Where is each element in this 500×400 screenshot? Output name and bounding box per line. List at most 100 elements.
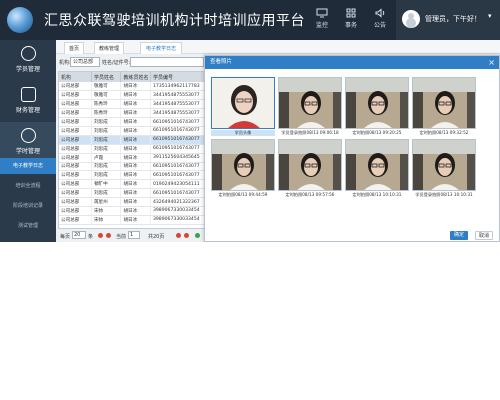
photo-caption: 定时拍照08/13 09:57:56 [285,192,335,197]
table-cell: 公司总部 [59,162,92,172]
confirm-button[interactable]: 确定 [450,231,468,240]
photo-thumbnail[interactable] [211,77,275,129]
page-input[interactable]: 1 [128,231,140,239]
table-row[interactable]: 公司总部 敬雅可 胡日冰 3441954875553077 [59,90,207,101]
table-cell: 3441954875553077 [150,108,207,119]
table-cell: 6610951016743077 [150,135,207,145]
table-row[interactable]: 公司总部 苒星州 胡日冰 4326494021322367 [59,197,207,207]
table-row[interactable]: 公司总部 宋帅 胡日冰 3989067330033454 [59,206,207,216]
table-cell: 公司总部 [59,153,92,163]
column-header[interactable]: 学员编号 [150,72,207,82]
sidebar-module-finance[interactable]: 财务管理 [0,81,56,121]
photo-thumbnail[interactable] [278,77,342,129]
photo-card[interactable]: 定时拍照08/13 09:20:25 [345,77,409,139]
prev-page-icon[interactable] [106,233,111,238]
photo-thumbnail[interactable] [412,77,476,129]
table-cell: 刘思成 [91,162,122,172]
photo-thumbnail[interactable] [278,139,342,191]
table-cell: 1735134962117783 [150,82,207,92]
table-cell: 敬雅可 [91,90,122,101]
first-page-icon[interactable] [98,233,103,238]
photo-card[interactable]: 学员登录拍照08/13 10:10:31 [412,139,476,201]
table-row[interactable]: 公司总部 陈秀玲 胡日冰 3441954875553077 [59,99,207,110]
table-cell: 苒星州 [91,197,122,207]
table-cell: 刘思成 [91,126,122,136]
table-cell: 公司总部 [59,179,92,190]
table-row[interactable]: 公司总部 刘思成 胡日冰 6610951016743077 [59,162,207,172]
table-row[interactable]: 公司总部 敬雅可 胡日冰 1735134962117783 [59,82,207,92]
table-cell: 公司总部 [59,99,92,110]
table-cell: 陈秀玲 [91,108,122,119]
per-page-label: 每页 [60,234,71,240]
table-cell: 公司总部 [59,197,92,207]
table-row[interactable]: 公司总部 刘思成 胡日冰 6610951016743077 [59,135,207,145]
table-cell: 胡日冰 [120,197,151,207]
table-row[interactable]: 公司总部 刘思成 胡日冰 6610951016743077 [59,188,207,199]
photo-dialog: 查看照片 × 学员头像 学员登录拍照08/13 09:06:18 定时拍照08/13… [204,55,500,242]
sidebar: 学员管理 财务管理 学时管理 电子教学日志 培训全流程 阶段培训记录 测试管理 [0,40,56,242]
table-cell: 刘思成 [91,117,122,127]
sidebar-item-tests[interactable]: 测试管理 [0,218,56,234]
table-cell: 公司总部 [59,90,92,101]
table-row[interactable]: 公司总部 刘思成 胡日冰 6610951016743077 [59,144,207,154]
page-label: 当前 [116,234,127,240]
table-row[interactable]: 公司总部 刘思成 胡日冰 6610951016743077 [59,117,207,127]
sidebar-item-training-flow[interactable]: 培训全流程 [0,178,56,194]
next-page-icon[interactable] [176,233,181,238]
photo-caption: 定时拍照08/13 09:44:59 [218,192,268,197]
tab-teaching-log[interactable]: 电子教学日志 [140,42,182,54]
sidebar-module-hours[interactable]: 学时管理 [0,122,56,162]
table-cell: 胡日冰 [120,108,151,119]
photo-thumbnail[interactable] [345,77,409,129]
last-page-icon[interactable] [184,233,189,238]
table-cell: 公司总部 [59,188,92,199]
grid-header-row: 机构 学员姓名 教练员姓名 学员编号 [59,72,207,82]
table-cell: 胡日冰 [120,144,151,154]
close-icon[interactable]: × [488,56,495,69]
per-page-unit: 条 [88,234,94,240]
table-row[interactable]: 公司总部 陈秀玲 胡日冰 3441954875553077 [59,108,207,119]
user-menu[interactable]: 管理员，下午好！ ▾ [396,0,500,40]
photo-card[interactable]: 学员头像 [211,77,275,139]
column-header[interactable]: 教练员姓名 [120,72,151,82]
table-cell: 胡日冰 [120,99,151,110]
column-header[interactable]: 学员姓名 [91,72,122,82]
nav-notice[interactable]: 公告 [363,5,397,35]
table-cell: 公司总部 [59,82,92,92]
org-label: 机构: [59,60,71,66]
per-page-select[interactable]: 20 [72,231,86,239]
tab-home[interactable]: 首页 [64,42,84,54]
table-cell: 胡日冰 [120,215,151,225]
column-header[interactable]: 机构 [59,72,92,82]
photo-card[interactable]: 定时拍照08/13 10:10:31 [345,139,409,201]
table-cell: 胡日冰 [120,135,151,145]
photo-card[interactable]: 定时拍照08/13 09:44:59 [211,139,275,201]
sidebar-module-students[interactable]: 学员管理 [0,40,56,80]
tab-coach-management[interactable]: 教练管理 [94,42,124,54]
table-cell: 宋帅 [91,206,122,216]
org-select[interactable]: 公司总部 [70,57,100,67]
table-row[interactable]: 公司总部 刘思成 胡日冰 6610951016743077 [59,126,207,136]
table-row[interactable]: 公司总部 刘思成 胡日冰 6610951016743077 [59,170,207,181]
table-cell: 宋帅 [91,215,122,225]
photo-caption: 定时拍照08/13 09:20:25 [352,130,402,135]
user-icon [20,46,36,61]
sidebar-item-stage-records[interactable]: 阶段培训记录 [0,198,56,214]
cancel-button[interactable]: 取消 [475,231,493,240]
table-cell: 3989067330033454 [150,206,207,216]
photo-card[interactable]: 定时拍照08/13 09:57:56 [278,139,342,201]
name-search-input[interactable] [130,57,204,67]
photo-card[interactable]: 学员登录拍照08/13 09:06:18 [278,77,342,139]
photo-thumbnail[interactable] [412,139,476,191]
sidebar-item-teaching-log[interactable]: 电子教学日志 [0,158,56,174]
photo-thumbnail[interactable] [345,139,409,191]
table-cell: 胡日冰 [120,126,151,136]
table-row[interactable]: 公司总部 頓旷中 胡日冰 0190249423054111 [59,179,207,190]
table-row[interactable]: 公司总部 卢霞 胡日冰 3911525604345645 [59,153,207,163]
photo-card[interactable]: 定时拍照08/13 09:32:52 [412,77,476,139]
table-row[interactable]: 公司总部 宋帅 胡日冰 3989067330033454 [59,215,207,225]
refresh-icon[interactable] [195,233,200,238]
photo-thumbnail[interactable] [211,139,275,191]
table-cell: 4326494021322367 [150,197,207,207]
grid-body: 公司总部 敬雅可 胡日冰 1735134962117783 公司总部 敬雅可 胡日冰 3441… [59,82,207,225]
